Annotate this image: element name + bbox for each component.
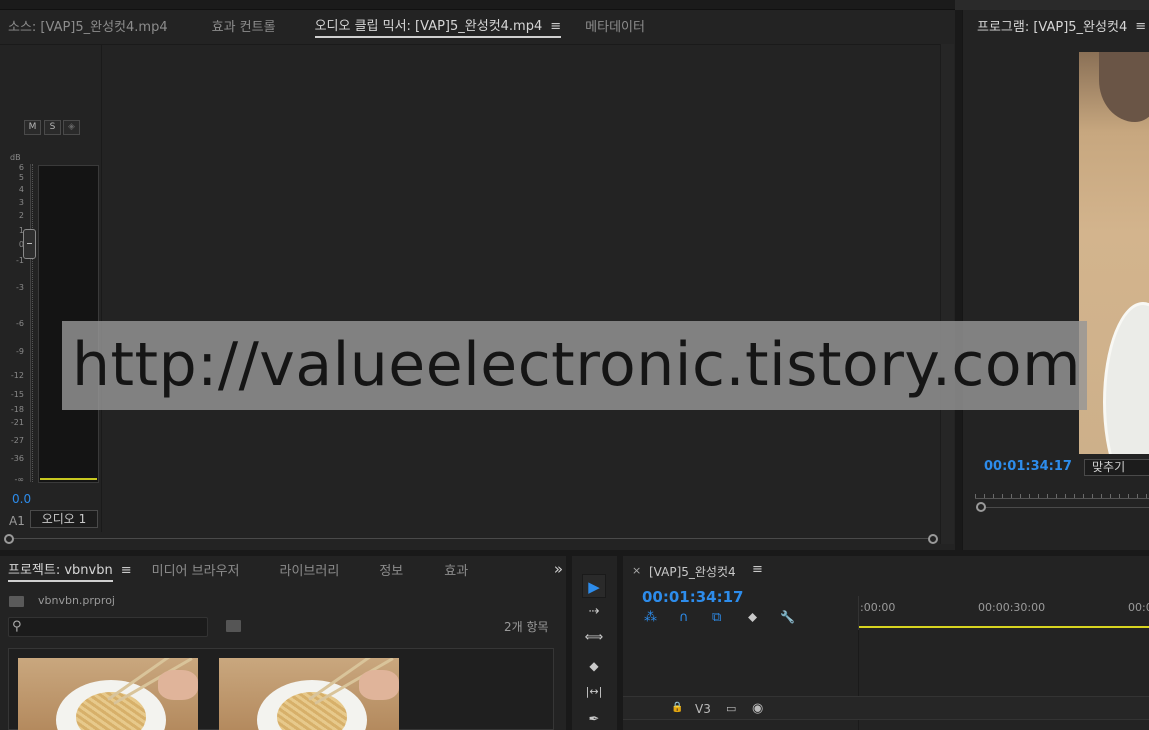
- tab-effect-controls[interactable]: 효과 컨트롤: [212, 16, 276, 37]
- mixer-body: [0, 44, 940, 534]
- db-tick: 0: [18, 240, 24, 249]
- mixer-horizontal-scrollbar[interactable]: [8, 538, 933, 539]
- pen-tool-icon[interactable]: ✒: [582, 708, 606, 730]
- program-zoom-scrollbar[interactable]: [980, 507, 1149, 508]
- ruler-label: :00:00: [860, 601, 896, 614]
- watermark-url: http://valueelectronic.tistory.com: [62, 321, 1087, 410]
- tab-program[interactable]: 프로그램: [VAP]5_완성컷4: [977, 16, 1127, 37]
- ruler-label: 00:00:30:00: [978, 601, 1046, 614]
- scrollbar-start-handle[interactable]: [4, 534, 14, 544]
- db-tick: 3: [18, 198, 24, 207]
- db-tick: -6: [16, 319, 24, 328]
- track-name-field[interactable]: 오디오 1: [30, 510, 98, 528]
- db-tick: -27: [10, 436, 24, 445]
- ripple-edit-tool-icon[interactable]: ⟺: [582, 626, 606, 650]
- razor-tool-icon[interactable]: ◆: [582, 654, 606, 678]
- tab-info[interactable]: 정보: [379, 560, 403, 581]
- clip-thumbnail[interactable]: [18, 658, 198, 730]
- tab-source[interactable]: 소스: [VAP]5_완성컷4.mp4: [8, 16, 168, 37]
- timeline-sequence-tab[interactable]: [VAP]5_완성컷4: [649, 563, 736, 580]
- panel-overflow-icon[interactable]: »: [554, 560, 563, 580]
- track-lock-icon[interactable]: 🔒: [671, 702, 683, 713]
- close-icon[interactable]: ×: [632, 564, 641, 577]
- track-visibility-eye-icon[interactable]: ◉: [752, 701, 763, 716]
- tab-effects[interactable]: 효과: [444, 560, 468, 581]
- mixer-tab-bar: 소스: [VAP]5_완성컷4.mp4 효과 컨트롤 오디오 클립 믹서: [V…: [8, 10, 948, 42]
- db-tick: -12: [10, 371, 24, 380]
- program-video-frame: [1079, 52, 1149, 454]
- tab-metadata[interactable]: 메타데이터: [585, 16, 645, 37]
- db-tick: -∞: [14, 475, 24, 484]
- panel-divider[interactable]: [955, 10, 962, 550]
- project-tab-bar: 프로젝트: vbnvbn ≡ 미디어 브라우저 라이브러리 정보 효과 »: [8, 556, 563, 584]
- audio-level-bar: [40, 478, 97, 480]
- db-tick: -21: [10, 418, 24, 427]
- tab-project[interactable]: 프로젝트: vbnvbn: [8, 559, 113, 582]
- snap-magnet-icon[interactable]: ∩: [679, 610, 689, 625]
- volume-level-readout[interactable]: 0.0: [12, 492, 31, 506]
- db-label: dB: [10, 153, 21, 162]
- project-search-input[interactable]: [8, 617, 208, 637]
- nest-snap-icon[interactable]: ⁂: [644, 610, 657, 625]
- item-count: 2개 항목: [504, 620, 549, 634]
- solo-button[interactable]: S: [44, 120, 61, 135]
- track-name-label[interactable]: V3: [695, 702, 711, 716]
- tab-media-browser[interactable]: 미디어 브라우저: [152, 560, 240, 581]
- db-tick: 6: [18, 163, 24, 172]
- linked-selection-icon[interactable]: ⧉: [712, 610, 721, 625]
- new-search-bin-icon[interactable]: [226, 620, 241, 632]
- db-tick: 4: [18, 185, 24, 194]
- project-file-name: vbnvbn.prproj: [38, 594, 115, 607]
- work-area-bar[interactable]: [859, 626, 1149, 628]
- db-tick: -18: [10, 405, 24, 414]
- timeline-timecode[interactable]: 00:01:34:17: [642, 588, 744, 606]
- panel-menu-icon[interactable]: ≡: [121, 563, 132, 578]
- program-scroll-handle[interactable]: [976, 502, 986, 512]
- project-file-icon: [9, 596, 24, 607]
- record-icon[interactable]: ◈: [63, 120, 80, 135]
- mixer-right-edge: [940, 44, 954, 544]
- panel-menu-icon[interactable]: ≡: [1135, 19, 1146, 34]
- window-top-bar-handle: [955, 0, 1149, 10]
- zoom-fit-select[interactable]: 맞추기: [1084, 459, 1149, 476]
- db-tick: -3: [16, 283, 24, 292]
- track-select-tool-icon[interactable]: ⇢: [582, 600, 606, 624]
- volume-fader-knob[interactable]: [23, 229, 36, 259]
- db-tick: 5: [18, 173, 24, 182]
- db-tick: -36: [10, 454, 24, 463]
- wrench-settings-icon[interactable]: 🔧: [780, 610, 795, 624]
- scrollbar-end-handle[interactable]: [928, 534, 938, 544]
- db-tick: 1: [18, 226, 24, 235]
- ruler-label: 00:0: [1128, 601, 1149, 614]
- clip-thumbnail[interactable]: [219, 658, 399, 730]
- tab-audio-clip-mixer-label: 오디오 클립 믹서: [VAP]5_완성컷4.mp4: [314, 18, 543, 34]
- track-label: A1: [9, 514, 25, 528]
- db-tick: -15: [10, 390, 24, 399]
- db-tick: 2: [18, 211, 24, 220]
- panel-menu-icon[interactable]: ≡: [752, 562, 763, 577]
- selection-tool-icon[interactable]: ▶: [582, 574, 606, 598]
- mute-button[interactable]: M: [24, 120, 41, 135]
- tab-audio-clip-mixer[interactable]: 오디오 클립 믹서: [VAP]5_완성컷4.mp4 ≡: [314, 15, 562, 38]
- panel-menu-icon[interactable]: ≡: [550, 19, 561, 34]
- meter-tick-marks: [32, 164, 36, 482]
- db-tick: -9: [16, 347, 24, 356]
- add-marker-icon[interactable]: ⬥: [748, 610, 757, 625]
- db-scale-line: [30, 164, 31, 482]
- program-tab-bar: 프로그램: [VAP]5_완성컷4 ≡: [977, 10, 1146, 42]
- slip-tool-icon[interactable]: |↔|: [582, 680, 606, 704]
- track-output-icon[interactable]: ▭: [726, 702, 736, 715]
- db-tick: -1: [16, 256, 24, 265]
- program-time-ruler[interactable]: [975, 489, 1149, 499]
- program-timecode[interactable]: 00:01:34:17: [984, 459, 1072, 474]
- tab-libraries[interactable]: 라이브러리: [280, 560, 340, 581]
- search-icon: ⚲: [12, 619, 22, 634]
